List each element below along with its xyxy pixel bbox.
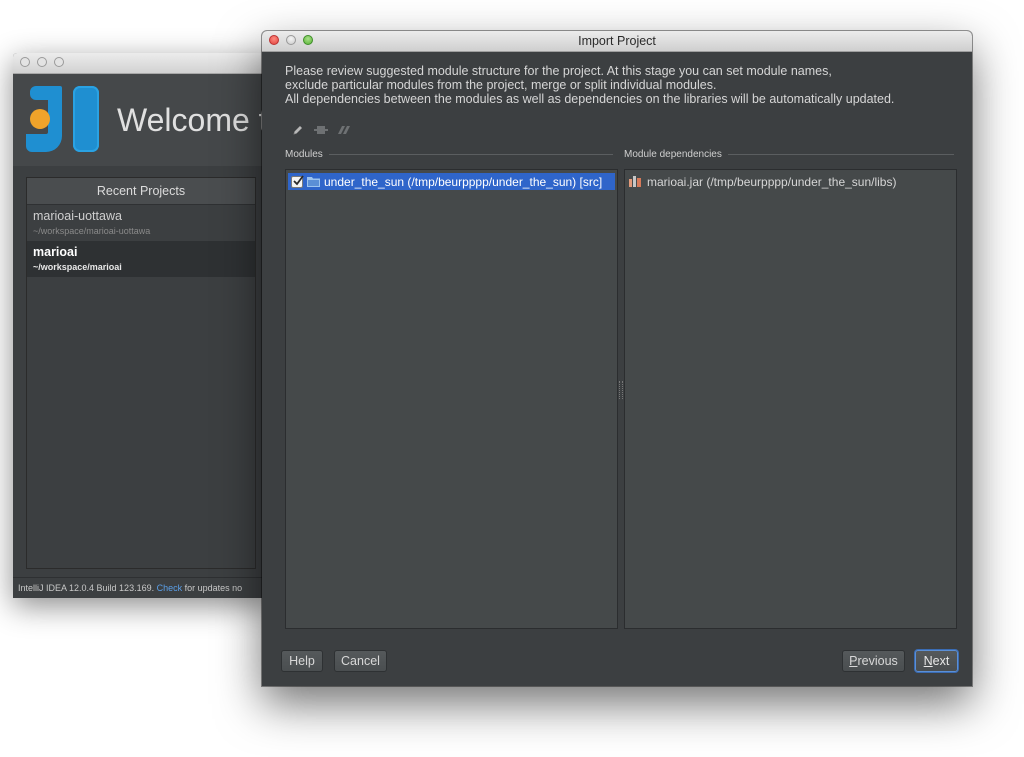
module-folder-icon — [307, 177, 320, 187]
library-jar-icon — [629, 176, 641, 187]
module-toolbar — [291, 123, 351, 137]
list-splitter-handle[interactable] — [619, 381, 623, 399]
next-mnemonic: N — [923, 654, 933, 668]
dialog-title: Import Project — [578, 34, 656, 48]
intro-line: All dependencies between the modules as … — [285, 92, 895, 106]
dependencies-list[interactable]: marioai.jar (/tmp/beurpppp/under_the_sun… — [624, 169, 957, 629]
next-button[interactable]: Next — [915, 650, 958, 672]
welcome-titlebar — [13, 53, 271, 74]
previous-label: revious — [857, 654, 898, 668]
modules-list[interactable]: under_the_sun (/tmp/beurpppp/under_the_s… — [285, 169, 618, 629]
dependencies-section-label: Module dependencies — [624, 149, 954, 160]
recent-project-path: ~/workspace/marioai — [33, 262, 122, 272]
recent-projects-header: Recent Projects — [27, 178, 255, 205]
split-icon[interactable] — [314, 123, 328, 137]
recent-projects-panel: Recent Projects marioai-uottawa ~/worksp… — [26, 177, 256, 569]
intro-line: Please review suggested module structure… — [285, 64, 832, 78]
modules-section-label: Modules — [285, 149, 613, 160]
dependencies-divider — [727, 154, 954, 155]
intro-text: Please review suggested module structure… — [285, 64, 894, 106]
intellij-logo-icon — [26, 86, 62, 152]
updates-suffix-text: for updates no — [182, 583, 243, 593]
welcome-header: Welcome t — [13, 74, 271, 166]
close-dialog-icon[interactable] — [269, 35, 279, 45]
dialog-titlebar: Import Project — [262, 31, 972, 52]
check-updates-link[interactable]: Check — [157, 583, 183, 593]
welcome-title: Welcome t — [117, 102, 268, 138]
zoom-window-icon[interactable] — [54, 57, 64, 67]
previous-button[interactable]: Previous — [842, 650, 905, 672]
merge-icon[interactable] — [337, 123, 351, 137]
recent-project-path: ~/workspace/marioai-uottawa — [33, 226, 151, 236]
minimize-window-icon[interactable] — [37, 57, 47, 67]
pencil-icon[interactable] — [291, 123, 305, 137]
build-info-text: IntelliJ IDEA 12.0.4 Build 123.169. — [18, 583, 155, 593]
welcome-status-bar: IntelliJ IDEA 12.0.4 Build 123.169. Chec… — [13, 577, 271, 598]
close-window-icon[interactable] — [20, 57, 30, 67]
welcome-window-controls — [20, 57, 64, 67]
modules-label: Modules — [285, 149, 323, 160]
module-label: under_the_sun (/tmp/beurpppp/under_the_s… — [324, 174, 603, 189]
welcome-window: Welcome t Recent Projects marioai-uottaw… — [13, 53, 271, 598]
intro-line: exclude particular modules from the proj… — [285, 78, 717, 92]
recent-project-item[interactable]: marioai-uottawa ~/workspace/marioai-uott… — [27, 205, 255, 241]
modules-divider — [328, 154, 613, 155]
help-button[interactable]: Help — [281, 650, 323, 672]
module-row-selected[interactable]: under_the_sun (/tmp/beurpppp/under_the_s… — [288, 173, 615, 190]
minimize-dialog-icon[interactable] — [286, 35, 296, 45]
zoom-dialog-icon[interactable] — [303, 35, 313, 45]
dependency-row[interactable]: marioai.jar (/tmp/beurpppp/under_the_sun… — [629, 173, 896, 190]
dependency-label: marioai.jar (/tmp/beurpppp/under_the_sun… — [647, 174, 897, 189]
module-checkbox[interactable] — [291, 174, 304, 188]
recent-project-name: marioai-uottawa — [33, 209, 122, 223]
intellij-logo-bar-icon — [73, 86, 99, 152]
next-label: ext — [932, 654, 950, 668]
import-project-dialog: Import Project Please review suggested m… — [262, 31, 972, 686]
dialog-window-controls — [269, 35, 313, 45]
recent-project-name: marioai — [33, 245, 78, 259]
dependencies-label: Module dependencies — [624, 149, 722, 160]
cancel-button[interactable]: Cancel — [334, 650, 387, 672]
recent-project-item-selected[interactable]: marioai ~/workspace/marioai — [27, 241, 255, 277]
previous-mnemonic: P — [849, 654, 858, 668]
